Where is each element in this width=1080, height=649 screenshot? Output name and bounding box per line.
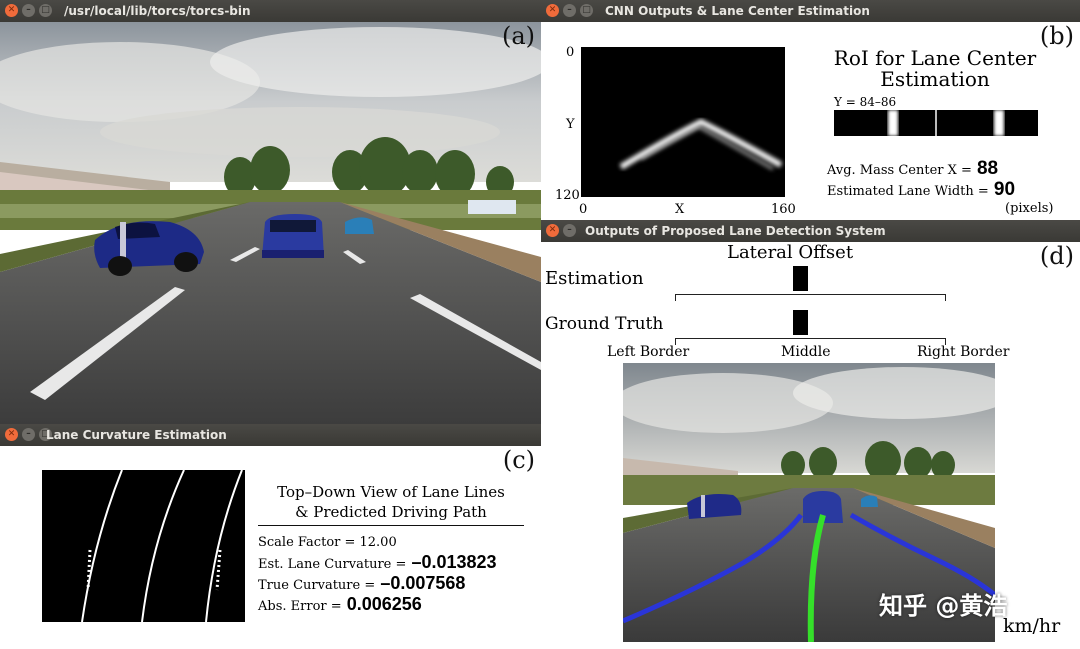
lane-detection-window: ✕ – Outputs of Proposed Lane Detection S…	[541, 220, 1080, 649]
window-title: CNN Outputs & Lane Center Estimation	[605, 4, 870, 18]
true-curvature-label: True Curvature =	[258, 578, 376, 593]
ground-truth-marker	[793, 310, 808, 335]
lane-width-row: Estimated Lane Width = 90	[827, 179, 1015, 201]
roi-title: RoI for Lane Center Estimation	[825, 48, 1045, 90]
roi-title-line-2: Estimation	[880, 67, 990, 91]
race-scene	[0, 22, 541, 425]
heading-rule	[258, 525, 524, 526]
right-border-label: Right Border	[917, 344, 1010, 360]
maximize-button[interactable]: □	[580, 4, 593, 17]
top-down-view	[42, 470, 245, 622]
curvature-heading: Top–Down View of Lane Lines & Predicted …	[258, 482, 524, 522]
curvature-heading-line-1: Top–Down View of Lane Lines	[277, 483, 505, 501]
curvature-heading-line-2: & Predicted Driving Path	[295, 503, 487, 521]
panel-letter-c: (c)	[502, 446, 535, 474]
car-center	[262, 214, 324, 258]
x-axis-right: 160	[771, 202, 796, 217]
lateral-offset-title: Lateral Offset	[727, 242, 854, 263]
y-axis-bottom: 120	[555, 188, 580, 203]
estimation-marker	[793, 266, 808, 291]
close-button[interactable]: ✕	[5, 4, 18, 17]
lane-detection-titlebar[interactable]: ✕ – Outputs of Proposed Lane Detection S…	[541, 220, 1080, 242]
cnn-titlebar[interactable]: ✕ – □ CNN Outputs & Lane Center Estimati…	[541, 0, 1080, 22]
abs-error-label: Abs. Error =	[258, 599, 342, 614]
minimize-button[interactable]: –	[22, 428, 35, 441]
lane-width-value: 90	[993, 179, 1016, 200]
mass-center-label: Avg. Mass Center X =	[827, 163, 972, 178]
close-button[interactable]: ✕	[546, 4, 559, 17]
minimize-button[interactable]: –	[563, 224, 576, 237]
est-curvature-row: Est. Lane Curvature = –0.013823	[258, 552, 497, 573]
panel-letter-a: (a)	[501, 22, 535, 50]
middle-label: Middle	[781, 344, 831, 360]
estimation-label: Estimation	[545, 268, 644, 289]
true-curvature-value: –0.007568	[380, 573, 466, 593]
unit-label: (pixels)	[1005, 201, 1054, 216]
lane-width-label: Estimated Lane Width =	[827, 184, 989, 199]
roi-strip	[834, 110, 1038, 136]
curvature-titlebar[interactable]: ✕ – □ Lane Curvature Estimation	[0, 424, 541, 446]
mass-center-value: 88	[976, 158, 999, 179]
estimation-scale	[675, 294, 946, 301]
est-curvature-label: Est. Lane Curvature =	[258, 557, 407, 572]
minimize-button[interactable]: –	[563, 4, 576, 17]
roi-range: Y = 84–86	[834, 95, 897, 109]
x-axis-label: X	[675, 202, 685, 217]
close-button[interactable]: ✕	[546, 224, 559, 237]
mass-center-row: Avg. Mass Center X = 88	[827, 158, 998, 180]
cnn-output-image	[581, 47, 785, 197]
roi-title-line-1: RoI for Lane Center	[833, 46, 1037, 70]
speed-unit: km/hr	[1003, 615, 1061, 637]
close-button[interactable]: ✕	[5, 428, 18, 441]
maximize-button[interactable]: □	[39, 4, 52, 17]
abs-error-row: Abs. Error = 0.006256	[258, 594, 422, 615]
panel-letter-d: (d)	[1039, 242, 1074, 270]
y-axis-top: 0	[566, 45, 575, 60]
torcs-titlebar[interactable]: ✕ – □ /usr/local/lib/torcs/torcs-bin	[0, 0, 541, 22]
panel-letter-b: (b)	[1039, 22, 1074, 50]
torcs-window: ✕ – □ /usr/local/lib/torcs/torcs-bin (a)	[0, 0, 541, 425]
left-border-label: Left Border	[607, 344, 690, 360]
abs-error-value: 0.006256	[346, 594, 422, 614]
cnn-window: ✕ – □ CNN Outputs & Lane Center Estimati…	[541, 0, 1080, 220]
y-axis-label: Y	[566, 117, 575, 132]
minimize-button[interactable]: –	[22, 4, 35, 17]
est-curvature-value: –0.013823	[411, 552, 497, 572]
window-title: Lane Curvature Estimation	[46, 428, 227, 442]
window-title: /usr/local/lib/torcs/torcs-bin	[64, 4, 251, 18]
ground-truth-label: Ground Truth	[545, 314, 664, 334]
scale-factor: Scale Factor = 12.00	[258, 535, 397, 550]
true-curvature-row: True Curvature = –0.007568	[258, 573, 465, 594]
watermark: 知乎 @黄浩	[879, 592, 1008, 620]
x-axis-left: 0	[579, 202, 588, 217]
curvature-window: ✕ – □ Lane Curvature Estimation (c) Top–…	[0, 424, 541, 649]
window-title: Outputs of Proposed Lane Detection Syste…	[585, 224, 886, 238]
